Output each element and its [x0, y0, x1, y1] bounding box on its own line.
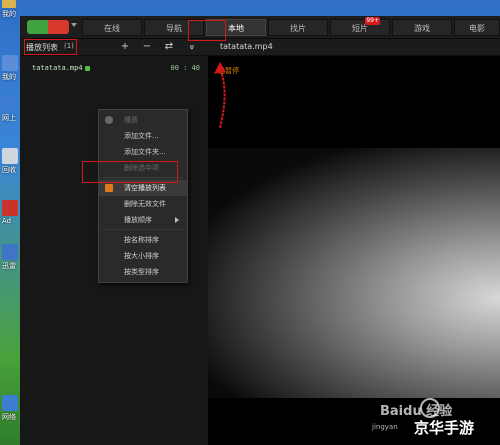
tab-online[interactable]: 在线	[82, 19, 142, 36]
menu-item-label: 按名称排序	[124, 236, 159, 244]
tab-label: 本地	[228, 24, 244, 33]
desktop-icon-label: 我的	[2, 73, 16, 81]
count-badge: 99+	[365, 17, 380, 25]
add-icon[interactable]: +	[118, 40, 132, 54]
menu-item-play[interactable]: 播放	[99, 112, 187, 128]
playlist-header: 播放列表 (1) + − ⇄ »	[20, 39, 208, 56]
menu-item-label: 播放顺序	[124, 216, 152, 224]
menu-item-label: 添加文件夹...	[124, 148, 166, 156]
chevron-right-icon	[175, 217, 179, 223]
site-watermark: 京华手游	[414, 419, 475, 437]
playing-icon	[84, 65, 90, 71]
video-title-bar: tatatata.mp4	[208, 39, 500, 56]
playlist-title: 播放列表	[26, 43, 58, 52]
menu-separator	[103, 229, 183, 230]
playlist-count: (1)	[64, 42, 74, 50]
desktop-icon-label: Ad	[2, 217, 12, 225]
menu-item-label: 清空播放列表	[124, 184, 166, 192]
context-menu: 播放 添加文件... 添加文件夹... 删除选中项 清空播放列表 删除无效文件 …	[98, 109, 188, 283]
remove-icon[interactable]: −	[140, 40, 154, 54]
menu-item-label: 按大小排序	[124, 252, 159, 260]
tab-navigation[interactable]: 导航	[144, 19, 204, 36]
play-icon	[105, 116, 113, 124]
chevron-down-icon[interactable]	[71, 23, 77, 27]
menu-item-sort-type[interactable]: 按类型排序	[99, 264, 187, 280]
desktop-icon-my-documents[interactable]: 我的	[2, 8, 18, 19]
playlist-item-name: tatatata.mp4	[32, 64, 83, 72]
baidu-watermark-url: jingyan	[372, 423, 398, 431]
desktop-icon-network-places[interactable]: 网络	[2, 395, 18, 422]
tab-find-movies[interactable]: 找片	[268, 19, 328, 36]
top-nav-bar: 在线 导航 本地 找片 短片 99+ 游戏 电影	[20, 16, 500, 39]
video-player-window: 在线 导航 本地 找片 短片 99+ 游戏 电影 播放列表 (1) + − ⇄ »…	[20, 16, 500, 445]
folder-icon[interactable]	[2, 0, 16, 8]
desktop-icon-label: 网络	[2, 413, 16, 421]
menu-item-clear-playlist[interactable]: 清空播放列表	[99, 180, 187, 196]
collapse-icon[interactable]: »	[184, 40, 198, 54]
menu-item-delete-selected[interactable]: 删除选中项	[99, 160, 187, 176]
menu-item-label: 删除无效文件	[124, 200, 166, 208]
playlist-item-duration: 00 : 40	[170, 64, 200, 72]
menu-item-label: 按类型排序	[124, 268, 159, 276]
tab-label: 导航	[166, 24, 182, 33]
globe-icon	[2, 96, 18, 112]
network-icon	[2, 395, 18, 411]
annotation-arrow-icon	[214, 62, 226, 129]
menu-item-delete-invalid[interactable]: 删除无效文件	[99, 196, 187, 212]
tab-label: 电影	[469, 24, 485, 33]
video-title: tatatata.mp4	[220, 42, 273, 51]
desktop-icon-recycle-bin[interactable]: 回收	[2, 148, 18, 175]
video-area[interactable]: 已暂停	[208, 56, 500, 445]
desktop-strip: 我的 我的 网上 回收 Ad 迅雷 网络	[0, 0, 20, 445]
desktop-icon-thunder[interactable]: 迅雷	[2, 244, 18, 271]
recycle-bin-icon	[2, 148, 18, 164]
menu-item-label: 添加文件...	[124, 132, 159, 140]
menu-item-label: 播放	[124, 116, 138, 124]
tab-short-videos[interactable]: 短片 99+	[330, 17, 390, 36]
desktop-icon-label: 我的	[2, 10, 16, 18]
tab-label: 短片	[352, 24, 368, 33]
menu-separator	[103, 177, 183, 178]
tab-label: 在线	[104, 24, 120, 33]
thunder-icon	[2, 244, 18, 260]
tab-label: 游戏	[414, 24, 430, 33]
tab-games[interactable]: 游戏	[392, 19, 452, 36]
desktop-icon-label: 回收	[2, 166, 16, 174]
desktop-icon-my-computer[interactable]: 我的	[2, 55, 18, 82]
menu-item-add-file[interactable]: 添加文件...	[99, 128, 187, 144]
trash-icon	[105, 184, 113, 192]
menu-item-add-folder[interactable]: 添加文件夹...	[99, 144, 187, 160]
app-logo[interactable]	[27, 20, 69, 34]
desktop-icon-network[interactable]: 网上	[2, 96, 18, 123]
desktop-icon-label: 迅雷	[2, 262, 16, 270]
playlist-item[interactable]: tatatata.mp4 00 : 40	[32, 64, 202, 74]
menu-item-sort-name[interactable]: 按名称排序	[99, 232, 187, 248]
video-frame	[208, 148, 500, 398]
tab-local[interactable]: 本地	[206, 19, 266, 36]
desktop-icon-adobe[interactable]: Ad	[2, 200, 18, 225]
menu-item-label: 删除选中项	[124, 164, 159, 172]
tab-label: 找片	[290, 24, 306, 33]
desktop-icon-label: 网上	[2, 114, 16, 122]
tab-movies[interactable]: 电影	[454, 19, 500, 36]
adobe-icon	[2, 200, 18, 216]
play-mode-icon[interactable]: ⇄	[162, 40, 176, 54]
menu-item-play-order[interactable]: 播放顺序	[99, 212, 187, 228]
menu-item-sort-size[interactable]: 按大小排序	[99, 248, 187, 264]
computer-icon	[2, 55, 18, 71]
